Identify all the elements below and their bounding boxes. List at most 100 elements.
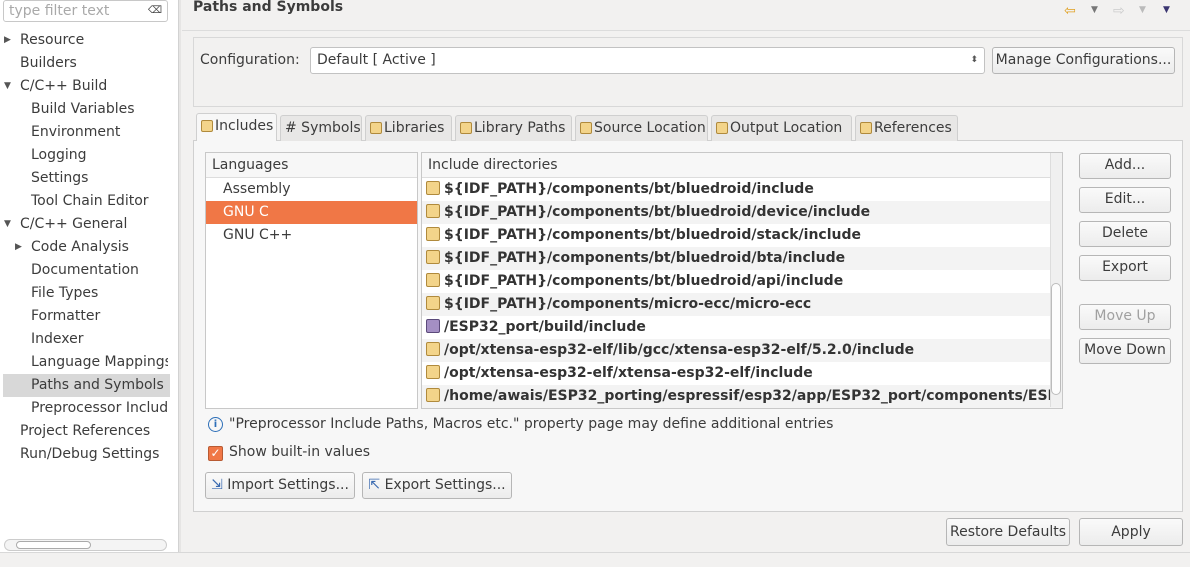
back-arrow-icon[interactable]: ⇦: [1064, 3, 1076, 19]
include-directory-row[interactable]: ${IDF_PATH}/components/bt/bluedroid/bta/…: [422, 247, 1062, 270]
tree-item-label: Run/Debug Settings: [20, 446, 160, 462]
tab-symbols[interactable]: # Symbols: [280, 115, 362, 141]
include-folder-icon: [426, 388, 440, 402]
include-path: /home/awais/ESP32_porting/espressif/esp3…: [444, 388, 1063, 404]
output-folder-icon: [716, 122, 728, 134]
include-directory-row[interactable]: /ESP32_port/build/include: [422, 316, 1062, 339]
language-item[interactable]: GNU C: [206, 201, 417, 224]
splitter[interactable]: [178, 0, 181, 552]
tree-item-label: Preprocessor Include Paths, Macros etc.: [31, 400, 168, 416]
tree-item[interactable]: ▼ C/C++ General: [0, 213, 168, 236]
import-icon: ⇲: [211, 477, 223, 493]
forward-arrow-icon: ⇨: [1113, 3, 1125, 19]
export-settings-button[interactable]: ⇱ Export Settings...: [362, 472, 512, 499]
include-path: ${IDF_PATH}/components/micro-ecc/micro-e…: [444, 296, 812, 312]
tab-label: Source Location: [594, 120, 706, 136]
tree-item-label: Tool Chain Editor: [31, 193, 149, 209]
tab-output-location[interactable]: Output Location: [711, 115, 852, 141]
tree-item[interactable]: Settings: [0, 167, 168, 190]
collapsed-twisty-icon[interactable]: ▶: [4, 29, 11, 52]
include-directory-row[interactable]: ${IDF_PATH}/components/bt/bluedroid/devi…: [422, 201, 1062, 224]
expanded-twisty-icon[interactable]: ▼: [4, 213, 11, 236]
filter-input[interactable]: type filter text ⌫: [3, 0, 168, 22]
show-builtin-checkbox[interactable]: ✓: [208, 446, 223, 461]
tab-library-paths[interactable]: Library Paths: [455, 115, 572, 141]
tree-item-label: Paths and Symbols: [31, 377, 164, 393]
tab-label: References: [874, 120, 952, 136]
tree-item[interactable]: ▶ Resource: [0, 29, 168, 52]
includes-icon: [201, 120, 213, 132]
tree-item[interactable]: Project References: [0, 420, 168, 443]
tree-item[interactable]: Tool Chain Editor: [0, 190, 168, 213]
tree-item[interactable]: Build Variables: [0, 98, 168, 121]
include-directory-row[interactable]: ${IDF_PATH}/components/bt/bluedroid/api/…: [422, 270, 1062, 293]
include-directory-row[interactable]: ${IDF_PATH}/components/bt/bluedroid/incl…: [422, 178, 1062, 201]
tree-item[interactable]: Run/Debug Settings: [0, 443, 168, 466]
tree-item[interactable]: Logging: [0, 144, 168, 167]
libraries-icon: [370, 122, 382, 134]
include-directory-row[interactable]: ${IDF_PATH}/components/micro-ecc/micro-e…: [422, 293, 1062, 316]
include-folder-icon: [426, 365, 440, 379]
include-path: ${IDF_PATH}/components/bt/bluedroid/bta/…: [444, 250, 846, 266]
apply-button[interactable]: Apply: [1079, 518, 1183, 546]
tab-includes[interactable]: Includes: [196, 113, 277, 141]
tab-source-location[interactable]: Source Location: [575, 115, 708, 141]
tree-item[interactable]: Documentation: [0, 259, 168, 282]
edit-button[interactable]: Edit...: [1079, 187, 1171, 213]
tree-item-label: Project References: [20, 423, 151, 439]
tree-item-label: C/C++ Build: [20, 78, 108, 94]
move-up-button: Move Up: [1079, 304, 1171, 330]
tree-item-label: Environment: [31, 124, 121, 140]
tab-label: Includes: [215, 118, 274, 134]
tree-item[interactable]: Indexer: [0, 328, 168, 351]
info-text: "Preprocessor Include Paths, Macros etc.…: [229, 416, 834, 432]
tree-item[interactable]: Environment: [0, 121, 168, 144]
tab-libraries[interactable]: Libraries: [365, 115, 452, 141]
tree-item-label: Settings: [31, 170, 89, 186]
include-path: ${IDF_PATH}/components/bt/bluedroid/stac…: [444, 227, 862, 243]
clear-filter-icon[interactable]: ⌫: [147, 4, 163, 17]
import-settings-button[interactable]: ⇲ Import Settings...: [205, 472, 355, 499]
import-label: Import Settings...: [227, 477, 349, 493]
delete-button[interactable]: Delete: [1079, 221, 1171, 247]
language-item[interactable]: GNU C++: [206, 224, 417, 247]
tree-item-label: C/C++ General: [20, 216, 128, 232]
library-paths-icon: [460, 122, 472, 134]
tree-item[interactable]: Formatter: [0, 305, 168, 328]
tab-references[interactable]: References: [855, 115, 958, 141]
tree-item[interactable]: ▶ Code Analysis: [0, 236, 168, 259]
languages-header: Languages: [206, 153, 417, 178]
export-button[interactable]: Export: [1079, 255, 1171, 281]
include-directory-row[interactable]: /opt/xtensa-esp32-elf/xtensa-esp32-elf/i…: [422, 362, 1062, 385]
include-directory-row[interactable]: ${IDF_PATH}/components/bt/bluedroid/stac…: [422, 224, 1062, 247]
tree-item-label: Code Analysis: [31, 239, 129, 255]
tree-item[interactable]: Builders: [0, 52, 168, 75]
scrollbar-thumb[interactable]: [1051, 283, 1061, 395]
tab-label: # Symbols: [285, 120, 361, 136]
dropdown-icon[interactable]: ▼: [1091, 5, 1098, 15]
tree-item[interactable]: Language Mappings: [0, 351, 168, 374]
tree-item-label: File Types: [31, 285, 99, 301]
include-folder-icon: [426, 296, 440, 310]
scrollbar-thumb[interactable]: [16, 541, 91, 549]
view-menu-icon[interactable]: ▼: [1163, 5, 1170, 15]
tree-item[interactable]: Preprocessor Include Paths, Macros etc.: [0, 397, 168, 420]
tree-item[interactable]: ▼ C/C++ Build: [0, 75, 168, 98]
language-item[interactable]: Assembly: [206, 178, 417, 201]
move-down-button[interactable]: Move Down: [1079, 338, 1171, 364]
tree-item[interactable]: Paths and Symbols: [3, 374, 170, 397]
include-path: /opt/xtensa-esp32-elf/xtensa-esp32-elf/i…: [444, 365, 813, 381]
tree-item-label: Formatter: [31, 308, 101, 324]
manage-configurations-button[interactable]: Manage Configurations...: [992, 47, 1175, 74]
include-directories-table: Include directories ${IDF_PATH}/componen…: [421, 152, 1063, 409]
restore-defaults-button[interactable]: Restore Defaults: [946, 518, 1070, 546]
add-button[interactable]: Add...: [1079, 153, 1171, 179]
tree-item[interactable]: File Types: [0, 282, 168, 305]
tree-item-label: Build Variables: [31, 101, 135, 117]
include-folder-icon: [426, 250, 440, 264]
include-directory-row[interactable]: /opt/xtensa-esp32-elf/lib/gcc/xtensa-esp…: [422, 339, 1062, 362]
configuration-select[interactable]: Default [ Active ] ⬍: [310, 47, 985, 74]
collapsed-twisty-icon[interactable]: ▶: [15, 236, 22, 259]
expanded-twisty-icon[interactable]: ▼: [4, 75, 11, 98]
include-directory-row[interactable]: /home/awais/ESP32_porting/espressif/esp3…: [422, 385, 1062, 408]
